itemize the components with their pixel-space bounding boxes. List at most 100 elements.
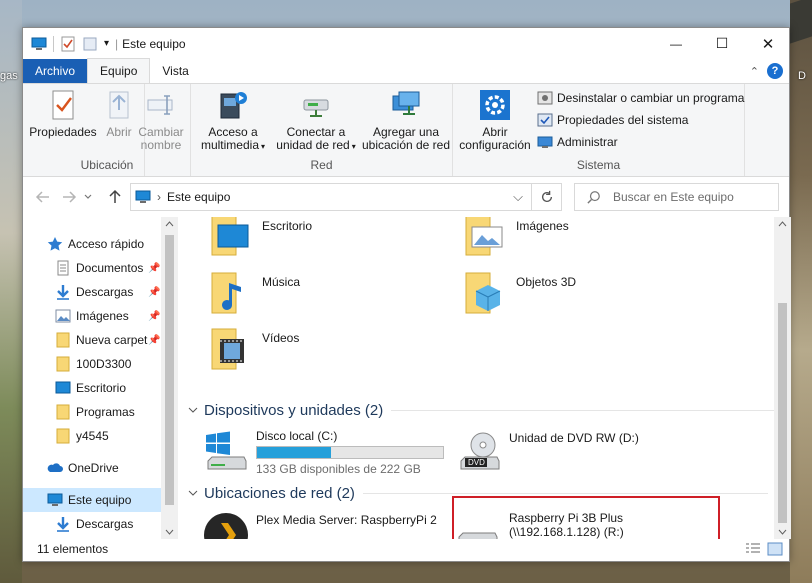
tab-computer[interactable]: Equipo: [87, 58, 151, 83]
tab-view[interactable]: Vista: [150, 59, 200, 83]
search-box[interactable]: Buscar en Este equipo: [574, 183, 779, 211]
computer-icon[interactable]: [31, 36, 47, 52]
pin-icon[interactable]: 📌: [148, 311, 160, 322]
folder-item-3d-objects[interactable]: Objetos 3D: [462, 269, 576, 317]
section-devices-header[interactable]: Dispositivos y unidades (2): [188, 402, 782, 419]
forward-arrow-icon[interactable]: [61, 189, 77, 205]
ribbon-group-location: Propiedades Abrir Cambiar nombre Ubicaci…: [23, 84, 184, 176]
nav-label: Programas: [76, 405, 135, 419]
scroll-up-icon[interactable]: [778, 221, 787, 227]
nav-label: Escritorio: [76, 381, 127, 395]
open-button[interactable]: Abrir: [101, 88, 137, 139]
nav-this-pc[interactable]: Este equipo: [23, 488, 161, 512]
folder-name: Vídeos: [262, 331, 300, 345]
scroll-down-icon[interactable]: [778, 529, 787, 535]
drive-item-dvd[interactable]: DVD Unidad de DVD RW (D:): [455, 429, 639, 477]
pin-icon[interactable]: 📌: [148, 287, 160, 298]
folder-item-desktop[interactable]: Escritorio: [208, 217, 312, 259]
up-arrow-icon[interactable]: [107, 189, 123, 205]
nav-item-documents[interactable]: Documentos 📌: [55, 256, 178, 280]
music-folder-icon: [211, 272, 241, 314]
content-scrollbar[interactable]: [774, 217, 791, 539]
close-button[interactable]: ✕: [745, 28, 791, 59]
nav-label: Imágenes: [76, 309, 129, 323]
address-row: › Este equipo ⌵ Buscar en Este equipo: [23, 177, 789, 217]
nav-label: OneDrive: [68, 461, 119, 475]
desktop-icon-label-right[interactable]: D: [798, 70, 806, 82]
nav-item-downloads-pc[interactable]: Descargas: [55, 512, 178, 536]
address-bar[interactable]: › Este equipo ⌵: [130, 183, 532, 211]
folder-item-music[interactable]: Música: [208, 269, 300, 317]
details-view-icon[interactable]: [745, 542, 761, 556]
back-arrow-icon[interactable]: [35, 189, 51, 205]
breadcrumb-this-pc[interactable]: Este equipo: [167, 190, 230, 204]
media-access-button[interactable]: Acceso a multimedia ▾: [199, 88, 267, 153]
properties-icon[interactable]: [60, 36, 76, 52]
file-explorer-window: ▾ | Este equipo — ☐ ✕ Archivo Equipo Vis…: [22, 27, 791, 562]
item-count: 11 elementos: [37, 542, 109, 556]
drive-free-space: 133 GB disponibles de 222 GB: [256, 462, 421, 476]
open-icon: [109, 91, 129, 119]
minimize-button[interactable]: —: [653, 28, 699, 59]
nav-item-programs[interactable]: Programas: [55, 400, 178, 424]
pin-icon[interactable]: 📌: [148, 335, 160, 346]
scroll-down-icon[interactable]: [165, 529, 174, 535]
pin-icon[interactable]: 📌: [148, 263, 160, 274]
drive-name: Disco local (C:): [256, 429, 338, 443]
nav-item-desktop[interactable]: Escritorio: [55, 376, 178, 400]
manage-label: Administrar: [557, 135, 618, 149]
search-placeholder: Buscar en Este equipo: [613, 190, 734, 204]
large-icons-view-icon[interactable]: [767, 542, 783, 556]
ribbon: Propiedades Abrir Cambiar nombre Ubicaci…: [23, 83, 789, 177]
nav-onedrive[interactable]: OneDrive: [47, 456, 178, 480]
settings-gear-icon: [480, 90, 510, 120]
recent-dropdown-icon[interactable]: [83, 189, 93, 205]
group-label-system: Sistema: [576, 158, 621, 172]
properties-button[interactable]: Propiedades: [29, 88, 97, 139]
drive-item-local-disk[interactable]: Disco local (C:) 133 GB disponibles de 2…: [202, 429, 444, 477]
drive-name: Unidad de DVD RW (D:): [509, 431, 639, 445]
videos-folder-icon: [211, 328, 244, 370]
add-location-label-line2: ubicación de red: [361, 138, 451, 152]
breadcrumb-chevron[interactable]: ›: [157, 190, 161, 204]
nav-quick-access[interactable]: Acceso rápido: [47, 232, 178, 256]
minimize-icon: —: [670, 36, 682, 51]
manage-button[interactable]: Administrar: [537, 134, 618, 150]
help-icon[interactable]: ?: [767, 63, 783, 79]
collapse-chevron-icon: [188, 407, 198, 413]
status-bar: 11 elementos: [23, 537, 789, 561]
manage-icon: [537, 136, 553, 148]
3d-objects-folder-icon: [465, 272, 501, 314]
folder-item-videos[interactable]: Vídeos: [208, 325, 299, 373]
content-scroll-thumb[interactable]: [778, 303, 787, 523]
nav-label: y4545: [76, 429, 109, 443]
nav-item-new-folder[interactable]: Nueva carpet 📌: [55, 328, 178, 352]
add-network-location-button[interactable]: Agregar una ubicación de red: [361, 88, 451, 152]
quick-access-dropdown[interactable]: ▾: [104, 38, 109, 49]
nav-scroll-thumb[interactable]: [165, 235, 174, 505]
nav-item-y4545[interactable]: y4545: [55, 424, 178, 448]
uninstall-program-button[interactable]: Desinstalar o cambiar un programa: [537, 90, 744, 106]
settings-label-line1: Abrir: [482, 125, 508, 139]
nav-label: Documentos: [76, 261, 144, 275]
new-folder-icon[interactable]: [82, 36, 98, 52]
maximize-button[interactable]: ☐: [699, 28, 745, 59]
nav-item-pictures[interactable]: Imágenes 📌: [55, 304, 178, 328]
nav-scrollbar[interactable]: [161, 217, 178, 539]
open-settings-button[interactable]: Abrir configuración: [457, 88, 533, 152]
refresh-button[interactable]: [532, 183, 562, 211]
folder-item-pictures[interactable]: Imágenes: [462, 217, 569, 259]
address-dropdown-icon[interactable]: ⌵: [513, 189, 523, 205]
nav-item-100d3300[interactable]: 100D3300: [55, 352, 178, 376]
highlight-annotation-box: [452, 496, 720, 539]
ribbon-expand-icon[interactable]: ⌃: [750, 65, 759, 78]
scroll-up-icon[interactable]: [165, 221, 174, 227]
map-network-drive-button[interactable]: Conectar a unidad de red ▾: [273, 88, 359, 153]
nav-item-downloads[interactable]: Descargas 📌: [55, 280, 178, 304]
map-drive-label-line2: unidad de red: [276, 138, 350, 152]
system-properties-button[interactable]: Propiedades del sistema: [537, 112, 688, 128]
network-item-plex[interactable]: Plex Media Server: RaspberryPi 2: [202, 511, 437, 539]
tab-file[interactable]: Archivo: [23, 59, 88, 83]
desktop-icon-label-left[interactable]: gas: [0, 70, 18, 82]
pictures-folder-icon: [465, 217, 503, 256]
